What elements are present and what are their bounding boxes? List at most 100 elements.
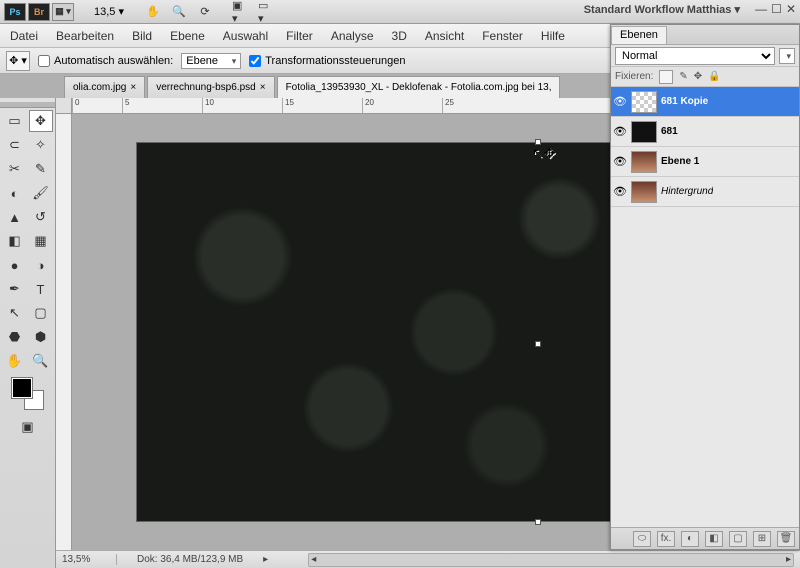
eyedropper-tool[interactable]: ✎ xyxy=(29,158,53,180)
close-icon[interactable]: × xyxy=(260,82,266,93)
tab-doc-3[interactable]: Fotolia_13953930_XL - Deklofenak - Fotol… xyxy=(277,76,561,98)
group-icon[interactable]: ▢ xyxy=(729,531,747,547)
menu-ebene[interactable]: Ebene xyxy=(170,29,205,43)
ruler-origin[interactable] xyxy=(56,98,72,114)
visibility-toggle-icon[interactable]: 👁 xyxy=(613,95,627,109)
transform-handle[interactable] xyxy=(535,519,541,525)
new-layer-icon[interactable]: ⊞ xyxy=(753,531,771,547)
screen-mode-icon[interactable]: ▭ ▾ xyxy=(258,3,276,21)
transform-controls-checkbox[interactable]: Transformationssteuerungen xyxy=(249,55,405,67)
marquee-tool[interactable]: ▭ xyxy=(3,110,27,132)
layer-name[interactable]: 681 Kopie xyxy=(661,96,708,107)
panel-tab-layers[interactable]: Ebenen xyxy=(611,26,667,44)
arrange-icon[interactable]: ▣ ▾ xyxy=(232,3,250,21)
zoom-icon[interactable]: 🔍 xyxy=(170,3,188,21)
maximize-button[interactable]: ☐ xyxy=(771,2,782,16)
brush-tool[interactable]: 🖌 xyxy=(29,182,53,204)
layer-row[interactable]: 👁 Hintergrund xyxy=(611,177,799,207)
br-icon[interactable]: Br xyxy=(28,3,50,21)
menu-bild[interactable]: Bild xyxy=(132,29,152,43)
layer-row[interactable]: 👁 681 xyxy=(611,117,799,147)
visibility-toggle-icon[interactable]: 👁 xyxy=(613,155,627,169)
close-button[interactable]: ✕ xyxy=(786,2,796,16)
lock-all-icon[interactable]: 🔒 xyxy=(708,71,720,82)
ruler-vertical[interactable] xyxy=(56,114,72,550)
workspace-switcher[interactable]: Standard Workflow Matthias ▾ xyxy=(584,3,740,16)
lock-transparency-icon[interactable] xyxy=(659,70,673,84)
document-canvas[interactable] xyxy=(136,142,666,522)
layer-name[interactable]: 681 xyxy=(661,126,678,137)
visibility-toggle-icon[interactable]: 👁 xyxy=(613,185,627,199)
minibridge-icon[interactable]: ▦ ▾ xyxy=(52,3,74,21)
layer-thumbnail[interactable] xyxy=(631,91,657,113)
quickmask-toggle[interactable]: ▣ xyxy=(16,416,40,438)
opacity-dropdown[interactable] xyxy=(779,48,795,64)
history-brush-tool[interactable]: ↺ xyxy=(29,206,53,228)
crop-tool[interactable]: ✂ xyxy=(3,158,27,180)
layer-row[interactable]: 👁 681 Kopie xyxy=(611,87,799,117)
layer-thumbnail[interactable] xyxy=(631,181,657,203)
3d-tool[interactable]: ⬣ xyxy=(3,326,27,348)
3d-camera-tool[interactable]: ⬢ xyxy=(29,326,53,348)
lasso-tool[interactable]: ⊂ xyxy=(3,134,27,156)
rotate-view-icon[interactable]: ⟳ xyxy=(196,3,214,21)
eraser-tool[interactable]: ◧ xyxy=(3,230,27,252)
zoom-select[interactable]: 13,5 ▾ xyxy=(94,5,124,18)
scrollbar-horizontal[interactable]: ◂▸ xyxy=(308,553,794,567)
transform-handle[interactable] xyxy=(535,341,541,347)
blur-tool[interactable]: ● xyxy=(3,254,27,276)
link-layers-icon[interactable]: ⬭ xyxy=(633,531,651,547)
lock-pixels-icon[interactable]: ✎ xyxy=(679,71,687,82)
view-tools: ✋ 🔍 ⟳ ▣ ▾ ▭ ▾ xyxy=(144,3,276,21)
close-icon[interactable]: × xyxy=(130,82,136,93)
auto-select-target[interactable]: Ebene xyxy=(181,53,241,69)
layer-name[interactable]: Ebene 1 xyxy=(661,156,699,167)
active-tool-preset[interactable]: ✥ ▾ xyxy=(6,51,30,71)
color-swatches[interactable] xyxy=(12,378,44,410)
ps-icon[interactable]: Ps xyxy=(4,3,26,21)
delete-layer-icon[interactable]: 🗑 xyxy=(777,531,795,547)
move-tool[interactable]: ✥ xyxy=(29,110,53,132)
auto-select-checkbox[interactable]: Automatisch auswählen: xyxy=(38,55,173,67)
layer-thumbnail[interactable] xyxy=(631,151,657,173)
gradient-tool[interactable]: ▦ xyxy=(29,230,53,252)
zoom-tool[interactable]: 🔍 xyxy=(29,350,53,372)
shape-tool[interactable]: ▢ xyxy=(29,302,53,324)
type-tool[interactable]: T xyxy=(29,278,53,300)
layer-fx-icon[interactable]: fx. xyxy=(657,531,675,547)
doc-size-info[interactable]: Dok: 36,4 MB/123,9 MB xyxy=(137,554,243,565)
menu-3d[interactable]: 3D xyxy=(392,29,407,43)
menu-ansicht[interactable]: Ansicht xyxy=(425,29,464,43)
tab-doc-2[interactable]: verrechnung-bsp6.psd× xyxy=(147,76,274,98)
dodge-tool[interactable]: ◑ xyxy=(29,254,53,276)
zoom-percent[interactable]: 13,5% xyxy=(62,554,117,565)
layer-thumbnail[interactable] xyxy=(631,121,657,143)
menu-datei[interactable]: Datei xyxy=(10,29,38,43)
layer-row[interactable]: 👁 Ebene 1 xyxy=(611,147,799,177)
blend-mode-select[interactable]: Normal xyxy=(615,47,775,65)
hand-tool[interactable]: ✋ xyxy=(3,350,27,372)
stamp-tool[interactable]: ▲ xyxy=(3,206,27,228)
foreground-color[interactable] xyxy=(12,378,32,398)
lock-position-icon[interactable]: ✥ xyxy=(694,71,702,82)
wand-tool[interactable]: ✧ xyxy=(29,134,53,156)
heal-tool[interactable]: ◐ xyxy=(3,182,27,204)
menu-hilfe[interactable]: Hilfe xyxy=(541,29,565,43)
pen-tool[interactable]: ✒ xyxy=(3,278,27,300)
visibility-toggle-icon[interactable]: 👁 xyxy=(613,125,627,139)
transform-handle[interactable] xyxy=(535,139,541,145)
lock-row: Fixieren: ✎ ✥ 🔒 xyxy=(611,67,799,87)
menu-fenster[interactable]: Fenster xyxy=(482,29,523,43)
hand-icon[interactable]: ✋ xyxy=(144,3,162,21)
tab-doc-1[interactable]: olia.com.jpg× xyxy=(64,76,145,98)
menu-filter[interactable]: Filter xyxy=(286,29,313,43)
menu-bearbeiten[interactable]: Bearbeiten xyxy=(56,29,114,43)
menu-analyse[interactable]: Analyse xyxy=(331,29,374,43)
minimize-button[interactable]: — xyxy=(755,2,767,16)
menu-auswahl[interactable]: Auswahl xyxy=(223,29,268,43)
transform-controls-label: Transformationssteuerungen xyxy=(265,55,405,67)
path-select-tool[interactable]: ↖ xyxy=(3,302,27,324)
adjustment-layer-icon[interactable]: ◧ xyxy=(705,531,723,547)
layer-name[interactable]: Hintergrund xyxy=(661,186,713,197)
layer-mask-icon[interactable]: ◐ xyxy=(681,531,699,547)
